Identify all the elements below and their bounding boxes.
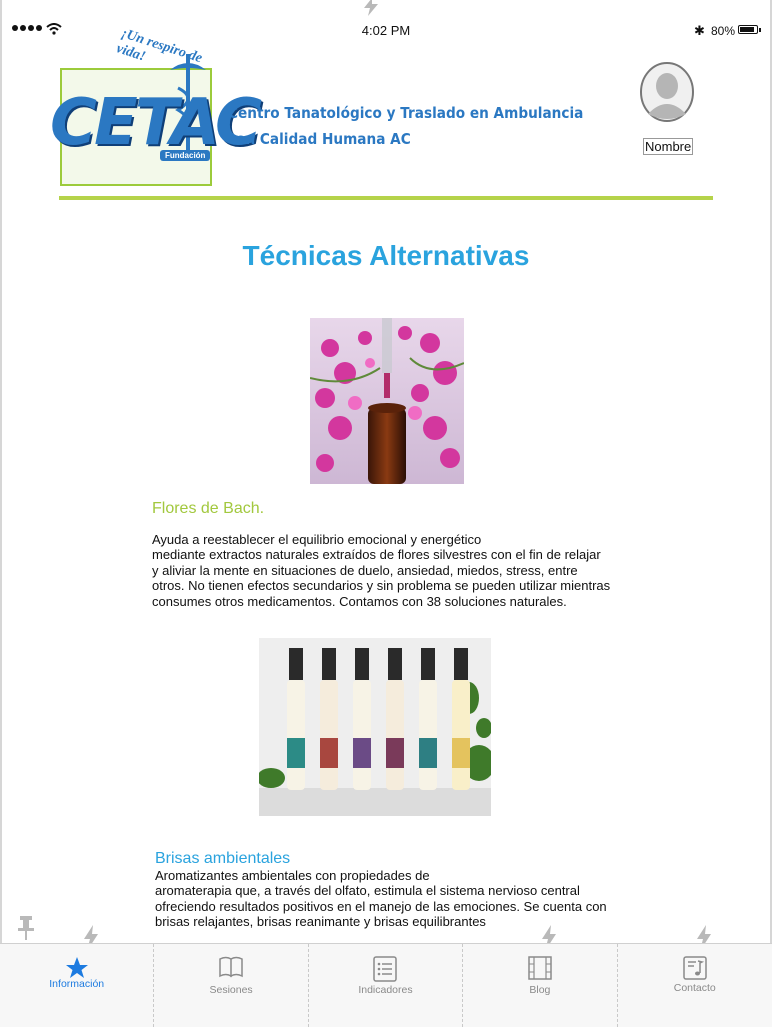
tab-label: Contacto <box>673 982 716 994</box>
tab-label: Información <box>49 978 105 990</box>
logo-badge: Fundación <box>160 150 211 161</box>
tab-informacion[interactable]: Información <box>0 944 155 1027</box>
header-divider <box>59 196 713 200</box>
star-icon <box>65 957 88 978</box>
tab-label: Blog <box>529 984 551 996</box>
tab-bar: Información Sesiones Indicadores Blog Co… <box>0 943 772 1027</box>
section-body-brisas: Aromatizantes ambientales con propiedade… <box>155 868 607 930</box>
page-title: Técnicas Alternativas <box>242 240 530 271</box>
bolt-icon <box>364 0 378 16</box>
bluetooth-icon: ✱ <box>694 23 705 38</box>
tab-indicadores[interactable]: Indicadores <box>309 944 464 1027</box>
org-name-line1: Centro Tanatológico y Traslado en Ambula… <box>228 104 584 122</box>
book-icon <box>219 956 243 978</box>
tab-contacto[interactable]: Contacto <box>618 944 772 1027</box>
battery-icon <box>738 25 761 34</box>
tab-blog[interactable]: Blog <box>463 944 618 1027</box>
tab-label: Indicadores <box>358 984 413 996</box>
battery-percent: 80% <box>711 24 736 38</box>
pin-icon <box>18 916 34 940</box>
tab-label: Sesiones <box>209 984 253 996</box>
section-body-bach: Ayuda a reestablecer el equilibrio emoci… <box>152 532 611 609</box>
section-title-brisas: Brisas ambientales <box>155 850 291 867</box>
cetac-logo[interactable]: CETAC ¡Un respiro de vida! Fundación <box>50 26 262 186</box>
org-name-line2: con Calidad Humana AC <box>228 130 411 148</box>
film-icon <box>528 956 552 980</box>
user-avatar-icon[interactable] <box>640 62 694 122</box>
bach-flowers-image <box>310 318 464 484</box>
list-icon <box>373 956 398 982</box>
tab-sesiones[interactable]: Sesiones <box>154 944 309 1027</box>
section-title-bach: Flores de Bach. <box>152 500 265 517</box>
music-note-icon <box>683 956 707 980</box>
organization-name: Centro Tanatológico y Traslado en Ambula… <box>228 100 583 152</box>
ambient-sprays-image <box>259 638 491 816</box>
user-name-label[interactable]: Nombre <box>643 138 694 155</box>
